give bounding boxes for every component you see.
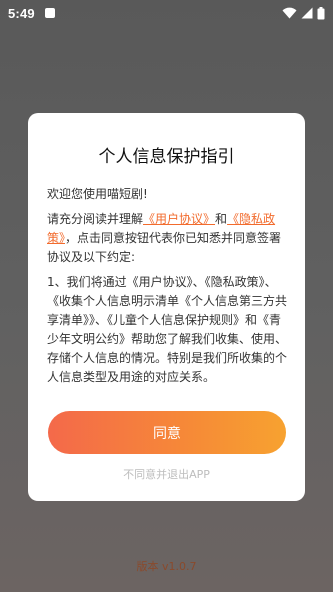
user-agreement-link[interactable]: 《用户协议》 [143, 212, 215, 226]
status-time: 5:49 [8, 5, 35, 21]
status-icons [282, 6, 325, 20]
dialog-title: 个人信息保护指引 [98, 147, 235, 167]
disagree-exit-button[interactable]: 不同意并退出APP [28, 466, 305, 482]
dialog-body[interactable]: 欢迎您使用喵短剧! 请充分阅读并理解《用户协议》和《隐私政策》，点击同意按钮代表… [47, 185, 287, 448]
intro-paragraph: 请充分阅读并理解《用户协议》和《隐私政策》，点击同意按钮代表你已知悉并同意签署协… [47, 210, 287, 267]
clause-1: 1、我们将通过《用户协议》、《隐私政策》、《收集个人信息明示清单《个人信息第三方… [47, 275, 287, 384]
privacy-dialog: 个人信息保护指引 欢迎您使用喵短剧! 请充分阅读并理解《用户协议》和《隐私政策》… [28, 113, 305, 501]
status-bar: 5:49 [0, 0, 333, 26]
agree-button[interactable]: 同意 [48, 411, 286, 454]
intro-prefix: 请充分阅读并理解 [47, 212, 144, 226]
intro-and: 和 [215, 212, 228, 226]
battery-icon [317, 6, 325, 19]
version-label: 版本 v1.0.7 [136, 560, 197, 573]
notification-square-icon [44, 8, 55, 18]
wifi-icon [282, 7, 297, 19]
intro-suffix: ，点击同意按钮代表你已知悉并同意签署协议及以下约定: [47, 231, 282, 264]
signal-icon [301, 7, 313, 19]
welcome-text: 欢迎您使用喵短剧! [47, 187, 148, 201]
